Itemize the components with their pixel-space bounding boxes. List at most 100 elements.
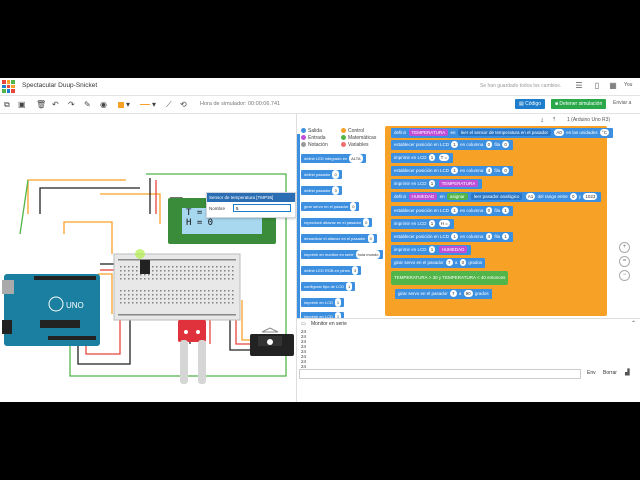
category-control[interactable]: Control bbox=[341, 128, 364, 134]
palette-block[interactable]: reproducir altavoz en el pasador 0 bbox=[301, 218, 373, 227]
map-block[interactable]: asignar bbox=[446, 193, 468, 200]
send-to-button[interactable]: Enviar a bbox=[613, 100, 631, 106]
tinkercad-logo[interactable] bbox=[2, 80, 15, 93]
variable-pill[interactable]: HUMEDAD bbox=[408, 193, 438, 200]
script-block[interactable]: girar servo en el pasador 7 a 0 grados bbox=[391, 258, 486, 268]
soil-moisture-sensor[interactable] bbox=[178, 320, 206, 342]
block-value[interactable]: H = bbox=[438, 220, 450, 227]
serial-clear-button[interactable]: Borrar bbox=[603, 370, 617, 376]
palette-block[interactable]: imprimir en monitor en serie hola mundo bbox=[301, 250, 384, 259]
chevron-down-icon[interactable]: ▾ bbox=[126, 99, 130, 110]
flip-icon[interactable]: ⟋ bbox=[166, 99, 172, 110]
redo-icon[interactable]: ↷ bbox=[68, 99, 75, 110]
variable-pill[interactable]: TEMPERATURA bbox=[438, 180, 479, 187]
block-value[interactable]: A1 bbox=[525, 193, 536, 200]
note-icon[interactable]: ✎ bbox=[84, 99, 91, 110]
paste-icon[interactable]: ▣ bbox=[18, 99, 26, 110]
zoom-fit-icon[interactable]: = bbox=[619, 256, 630, 267]
palette-block-value[interactable]: 3 bbox=[332, 186, 339, 195]
category-notation[interactable]: Notación bbox=[301, 142, 328, 148]
block-value[interactable]: 1 bbox=[451, 233, 458, 240]
block-value[interactable]: 1 bbox=[428, 154, 436, 161]
palette-block[interactable]: definir pasador 0 bbox=[301, 170, 342, 179]
variable-pill[interactable]: TEMPERATURA bbox=[394, 275, 427, 280]
block-value[interactable]: T = bbox=[438, 154, 450, 161]
zoom-in-icon[interactable]: + bbox=[619, 242, 630, 253]
palette-block[interactable]: desactivar el altavoz en el pasador 0 bbox=[301, 234, 377, 243]
project-title[interactable]: Spectacular Duup-Snicket bbox=[22, 82, 97, 89]
mirror-icon[interactable]: ⟲ bbox=[180, 99, 187, 110]
chevron-up-icon[interactable]: ⌃ bbox=[631, 320, 636, 327]
palette-block-value[interactable]: 1 bbox=[334, 298, 342, 307]
if-condition-block[interactable]: TEMPERATURA > 30 y TEMPERATURA < 40 ento… bbox=[391, 271, 509, 285]
user-avatar[interactable]: You bbox=[624, 82, 632, 88]
script-block[interactable]: imprimir en LCD 1 T = bbox=[391, 153, 454, 163]
block-value[interactable]: 0 bbox=[485, 207, 493, 214]
block-value[interactable]: 0 bbox=[502, 141, 509, 148]
code-button[interactable]: ▤ Código bbox=[515, 99, 545, 109]
serial-send-button[interactable]: Env bbox=[587, 370, 596, 376]
variable-pill[interactable]: TEMPERATURA bbox=[442, 275, 475, 280]
script-area[interactable]: definir TEMPERATURA en leer el sensor de… bbox=[385, 126, 631, 316]
zoom-out-icon[interactable]: − bbox=[619, 270, 630, 281]
operator[interactable]: < bbox=[477, 275, 480, 280]
block-value[interactable]: 1 bbox=[428, 220, 436, 227]
block-value[interactable]: 1 bbox=[451, 141, 458, 148]
chart-icon[interactable]: ▟ bbox=[625, 369, 630, 376]
block-value[interactable]: 4 bbox=[485, 167, 493, 174]
device-select[interactable]: 1 (Arduino Uno R3) bbox=[567, 117, 610, 123]
block-value[interactable]: 90 bbox=[463, 290, 473, 297]
block-value[interactable]: 0 bbox=[459, 259, 467, 266]
palette-block-value[interactable]: ALTA bbox=[349, 154, 363, 163]
wire-color-swatch[interactable] bbox=[118, 102, 124, 108]
script-block[interactable]: girar servo en el pasador 7 a 90 grados bbox=[395, 289, 492, 299]
script-block[interactable]: imprimir en LCD 1 HUMEDAD bbox=[391, 245, 472, 255]
palette-block[interactable]: definir pasador 3 bbox=[301, 186, 342, 195]
palette-block-value[interactable]: 0 bbox=[332, 170, 339, 179]
palette-block-value[interactable]: 0 bbox=[367, 234, 374, 243]
script-block[interactable]: establecer posición en LCD 1 en columna … bbox=[391, 166, 513, 176]
script-block[interactable]: establecer posición en LCD 1 en columna … bbox=[391, 140, 513, 150]
operator[interactable]: > bbox=[429, 275, 432, 280]
block-value[interactable]: 1 bbox=[502, 233, 509, 240]
block-value[interactable]: 1 bbox=[502, 207, 509, 214]
undo-icon[interactable]: ↶ bbox=[52, 99, 59, 110]
chevron-down-icon[interactable]: ▾ bbox=[152, 99, 156, 110]
block-value[interactable]: 1023 bbox=[583, 193, 598, 200]
script-block[interactable]: establecer posición en LCD 1 en columna … bbox=[391, 232, 513, 242]
grid-icon[interactable]: ▦ bbox=[608, 81, 618, 91]
script-block[interactable]: establecer posición en LCD 1 en columna … bbox=[391, 206, 513, 216]
download-icon[interactable]: ⤓ bbox=[541, 117, 543, 123]
category-input[interactable]: Entrada bbox=[301, 135, 326, 141]
delete-icon[interactable]: 🗑 bbox=[36, 99, 46, 110]
block-value[interactable]: 1 bbox=[451, 207, 458, 214]
palette-block[interactable]: definir LED RGB en pines 3 bbox=[301, 266, 362, 275]
block-value[interactable]: 1 bbox=[428, 246, 436, 253]
sensor-read-block[interactable]: leer el sensor de temperatura en el pasa… bbox=[457, 129, 552, 136]
upload-icon[interactable]: ⤒ bbox=[553, 117, 555, 123]
category-math[interactable]: Matemáticas bbox=[341, 135, 376, 141]
block-value[interactable]: 4 bbox=[485, 233, 493, 240]
list-icon[interactable]: ☰ bbox=[574, 81, 584, 91]
palette-block[interactable]: girar servo en el pasador 0 bbox=[301, 202, 360, 211]
analog-read-block[interactable]: leer pasador analógico bbox=[470, 193, 523, 200]
palette-block[interactable]: imprimir en LCD 1 bbox=[301, 298, 345, 307]
block-value[interactable]: 30 bbox=[433, 275, 438, 280]
script-block[interactable]: definir HUMEDAD en asignar leer pasador … bbox=[391, 192, 602, 202]
category-variables[interactable]: Variables bbox=[341, 142, 368, 148]
component-name-input[interactable]: 5 bbox=[233, 204, 291, 212]
stop-simulation-button[interactable]: ■ Detener simulación bbox=[551, 99, 607, 109]
block-value[interactable]: 0 bbox=[502, 167, 509, 174]
variable-pill[interactable]: TEMPERATURA bbox=[408, 129, 449, 136]
component-icon[interactable]: ▯ bbox=[592, 81, 602, 91]
variable-pill[interactable]: HUMEDAD bbox=[438, 246, 468, 253]
wire-type-icon[interactable] bbox=[140, 104, 150, 105]
palette-block-value[interactable]: 0 bbox=[363, 218, 370, 227]
copy-icon[interactable]: ⧉ bbox=[4, 99, 10, 110]
script-block[interactable]: definir TEMPERATURA en leer el sensor de… bbox=[391, 128, 613, 138]
block-value[interactable]: 40 bbox=[481, 275, 486, 280]
block-value[interactable]: 0 bbox=[485, 141, 493, 148]
palette-block[interactable]: configurar tipo de LCD 1 bbox=[301, 282, 356, 291]
serial-input[interactable] bbox=[299, 369, 581, 379]
category-output[interactable]: Salida bbox=[301, 128, 322, 134]
